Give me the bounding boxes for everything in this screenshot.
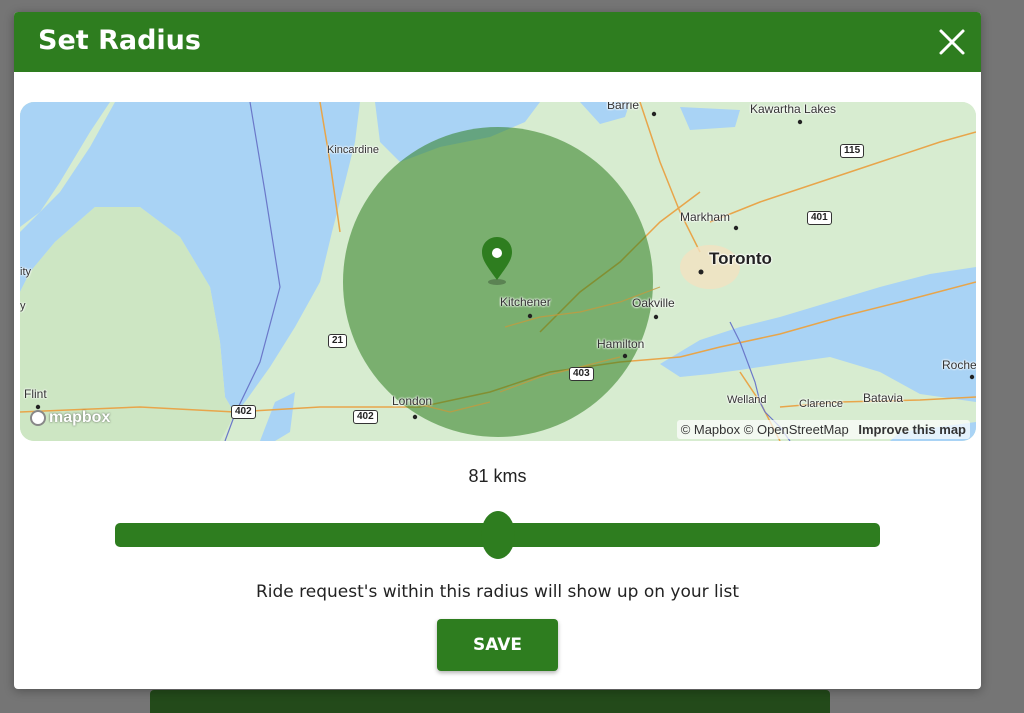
map-label-toronto: Toronto — [709, 249, 772, 268]
map-label-y-partial: y — [20, 300, 26, 312]
map-label-flint: Flint — [24, 387, 47, 401]
map-label-markham: Markham — [680, 210, 731, 224]
background-page-button — [150, 690, 830, 713]
highway-shield-402-b: 402 — [353, 410, 378, 424]
attribution-osm-link[interactable]: © OpenStreetMap — [744, 422, 849, 437]
map-label-kincardine: Kincardine — [327, 144, 379, 156]
map-label-barrie: Barrie — [607, 102, 640, 112]
highway-shield-403: 403 — [569, 367, 594, 381]
radius-value-label: 81 kms — [468, 466, 527, 486]
highway-shield-21: 21 — [328, 334, 348, 348]
close-button[interactable] — [935, 25, 969, 59]
map-label-city-partial: ity — [20, 266, 31, 278]
radius-slider-thumb[interactable] — [480, 511, 515, 559]
radius-help-text: Ride request's within this radius will s… — [255, 582, 740, 602]
highway-shield-115: 115 — [840, 144, 865, 158]
map-label-oakville: Oakville — [632, 296, 675, 310]
map-label-hamilton: Hamilton — [597, 337, 645, 351]
radius-slider[interactable] — [115, 511, 880, 559]
attribution-mapbox-link[interactable]: © Mapbox — [681, 422, 740, 437]
map-attribution: © Mapbox © OpenStreetMap Improve this ma… — [676, 420, 970, 439]
highway-shield-402-a: 402 — [231, 405, 256, 419]
map-label-batavia: Batavia — [863, 391, 904, 405]
map-canvas[interactable] — [20, 102, 976, 441]
mapbox-logo[interactable]: mapbox — [30, 409, 110, 427]
modal-header: Set Radius — [14, 12, 981, 72]
map-label-welland: Welland — [727, 394, 767, 406]
map[interactable]: Barrie Kawartha Lakes Kincardine Markham… — [20, 102, 976, 441]
save-button[interactable]: SAVE — [437, 619, 558, 671]
map-label-rochester: Roche — [942, 358, 976, 372]
map-label-clarence: Clarence — [799, 398, 844, 410]
modal-title: Set Radius — [38, 25, 201, 56]
map-label-kitchener: Kitchener — [500, 295, 551, 309]
map-label-kawartha: Kawartha Lakes — [750, 102, 837, 116]
improve-map-link[interactable]: Improve this map — [858, 422, 966, 437]
close-icon — [939, 29, 965, 55]
map-label-london: London — [392, 394, 433, 408]
highway-shield-401: 401 — [807, 211, 832, 225]
mapbox-logo-icon — [30, 410, 46, 426]
set-radius-modal: Set Radius Barrie Kawartha Lakes Kincard… — [14, 12, 981, 689]
mapbox-logo-text: mapbox — [49, 409, 111, 426]
